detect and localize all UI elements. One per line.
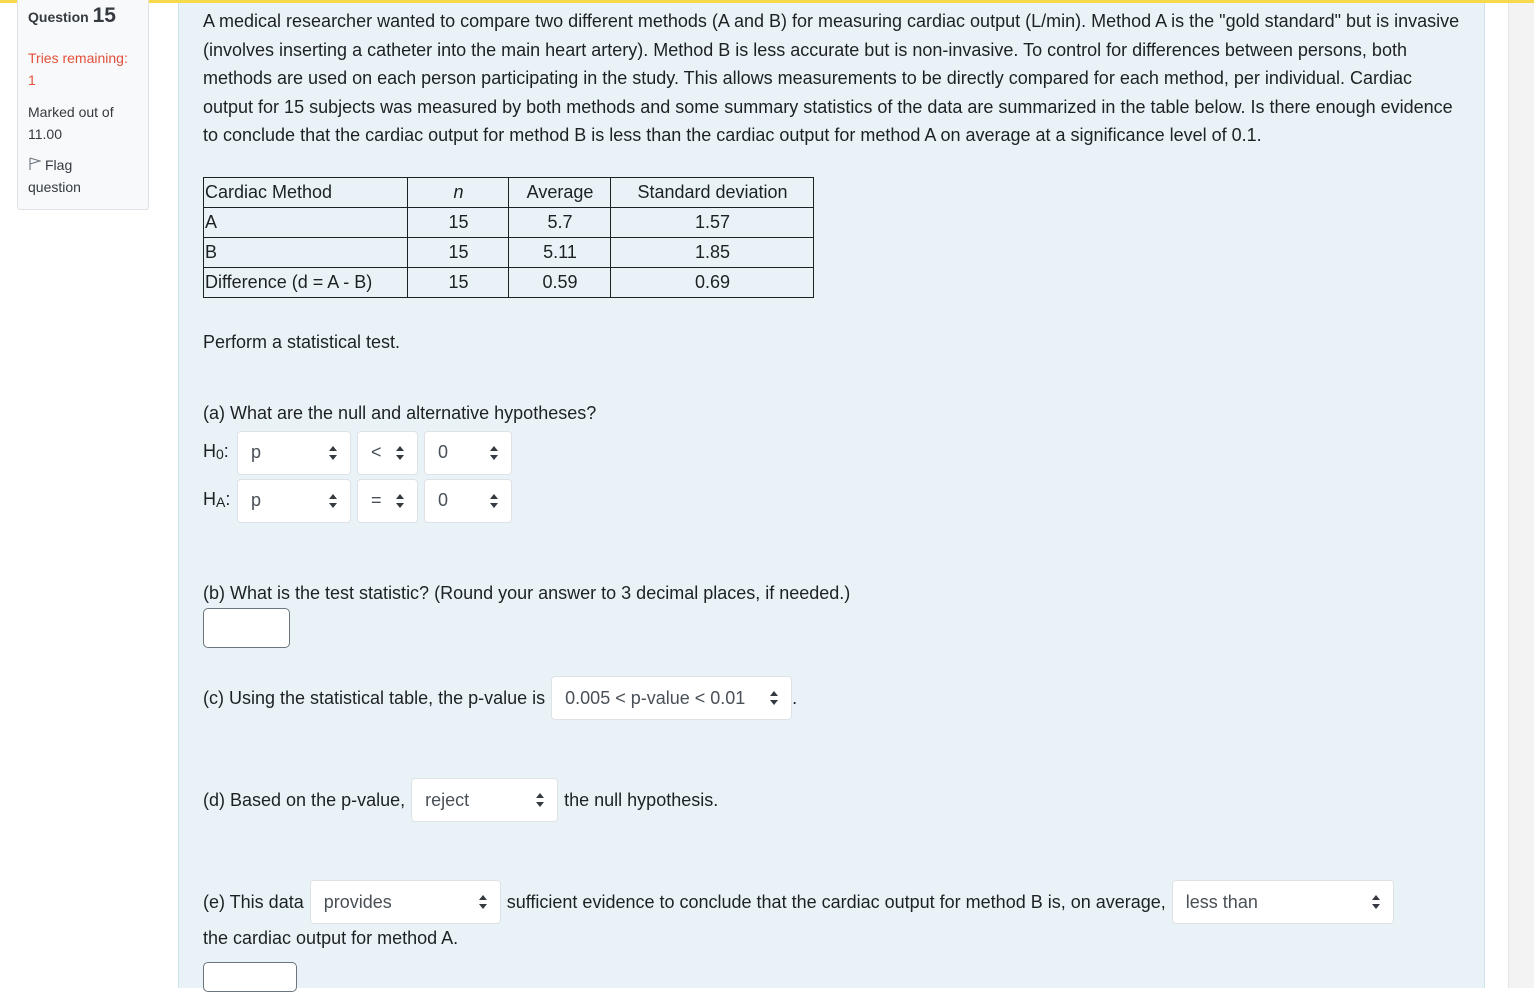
table-row: A 15 5.7 1.57 bbox=[203, 206, 814, 238]
part-d-suffix: the null hypothesis. bbox=[564, 789, 719, 810]
test-statistic-input[interactable] bbox=[203, 608, 290, 648]
part-d: (d) Based on the p-value, reject the nul… bbox=[203, 778, 1460, 822]
table-header: n bbox=[407, 176, 509, 208]
part-c: (c) Using the statistical table, the p-v… bbox=[203, 676, 1460, 720]
question-content: A medical researcher wanted to compare t… bbox=[178, 3, 1485, 992]
table-cell: 5.7 bbox=[508, 206, 611, 238]
part-e-suffix: the cardiac output for method A. bbox=[203, 928, 459, 948]
table-row: B 15 5.11 1.85 bbox=[203, 236, 814, 268]
ha-parameter-select[interactable]: p bbox=[237, 478, 351, 523]
marked-out-of: Marked out of 11.00 bbox=[28, 104, 114, 142]
table-cell: 15 bbox=[407, 206, 509, 238]
ha-value-select[interactable]: 0 bbox=[424, 478, 512, 523]
ha-label: HA: bbox=[203, 488, 231, 510]
h0-operator-select[interactable]: < bbox=[357, 430, 418, 475]
select-arrows-icon bbox=[478, 895, 488, 909]
null-hypothesis-row: H0: p < 0 bbox=[203, 430, 1460, 476]
table-cell: Difference (d = A - B) bbox=[203, 266, 408, 298]
table-cell: 15 bbox=[407, 266, 509, 298]
table-cell: 5.11 bbox=[508, 236, 611, 268]
table-cell: 1.57 bbox=[610, 206, 814, 238]
table-cell: 1.85 bbox=[610, 236, 814, 268]
tries-remaining: Tries remaining: 1 bbox=[28, 50, 128, 88]
select-arrows-icon bbox=[329, 493, 338, 508]
flag-question-link[interactable]: Flag question bbox=[28, 154, 138, 198]
alternative-hypothesis-row: HA: p = 0 bbox=[203, 478, 1460, 524]
h0-value-select[interactable]: 0 bbox=[424, 430, 512, 475]
flag-icon bbox=[28, 155, 42, 170]
part-a-prompt: (a) What are the null and alternative hy… bbox=[203, 403, 597, 423]
part-e-middle: sufficient evidence to conclude that the… bbox=[506, 891, 1166, 912]
answer-box[interactable] bbox=[203, 961, 297, 992]
ha-operator-select[interactable]: = bbox=[357, 478, 418, 523]
select-arrows-icon bbox=[329, 445, 338, 460]
part-d-prompt: (d) Based on the p-value, bbox=[203, 789, 406, 810]
decision-select[interactable]: reject bbox=[411, 778, 559, 822]
select-arrows-icon bbox=[490, 493, 499, 508]
part-e: (e) This data provides sufficient eviden… bbox=[203, 880, 1460, 924]
part-c-prompt: (c) Using the statistical table, the p-v… bbox=[203, 687, 546, 708]
select-arrows-icon bbox=[396, 493, 405, 508]
part-e-prompt: (e) This data bbox=[203, 891, 304, 912]
scrollbar-track[interactable] bbox=[1508, 3, 1534, 988]
instruction-text: Perform a statistical test. bbox=[203, 331, 401, 352]
question-info-panel: Question 15 Tries remaining: 1 Marked ou… bbox=[17, 0, 149, 210]
table-cell: 0.69 bbox=[610, 266, 814, 298]
p-value-select[interactable]: 0.005 < p-value < 0.01 bbox=[551, 676, 793, 720]
table-header-row: Cardiac Method n Average Standard deviat… bbox=[203, 176, 814, 208]
comparison-select[interactable]: less than bbox=[1171, 880, 1394, 924]
select-arrows-icon bbox=[770, 691, 779, 705]
select-arrows-icon bbox=[536, 793, 545, 807]
select-arrows-icon bbox=[396, 445, 405, 460]
right-gutter bbox=[1486, 3, 1508, 988]
part-a: (a) What are the null and alternative hy… bbox=[203, 399, 1460, 524]
table-cell: 15 bbox=[407, 236, 509, 268]
table-cell: 0.59 bbox=[508, 266, 611, 298]
part-b: (b) What is the test statistic? (Round y… bbox=[203, 579, 1460, 648]
select-arrows-icon bbox=[1371, 895, 1381, 909]
table-row: Difference (d = A - B) 15 0.59 0.69 bbox=[203, 266, 814, 298]
select-arrows-icon bbox=[490, 445, 499, 460]
part-b-prompt: (b) What is the test statistic? (Round y… bbox=[203, 582, 851, 603]
table-cell: B bbox=[203, 236, 408, 268]
table-header: Cardiac Method bbox=[203, 176, 408, 208]
evidence-select[interactable]: provides bbox=[309, 880, 501, 924]
h0-parameter-select[interactable]: p bbox=[237, 430, 351, 475]
question-number: Question 15 bbox=[28, 4, 116, 27]
table-header: Standard deviation bbox=[610, 176, 814, 208]
question-text: A medical researcher wanted to compare t… bbox=[203, 11, 1460, 145]
h0-label: H0: bbox=[203, 440, 229, 462]
summary-stats-table: Cardiac Method n Average Standard deviat… bbox=[203, 176, 814, 298]
table-cell: A bbox=[203, 206, 408, 238]
table-header: Average bbox=[508, 176, 611, 208]
